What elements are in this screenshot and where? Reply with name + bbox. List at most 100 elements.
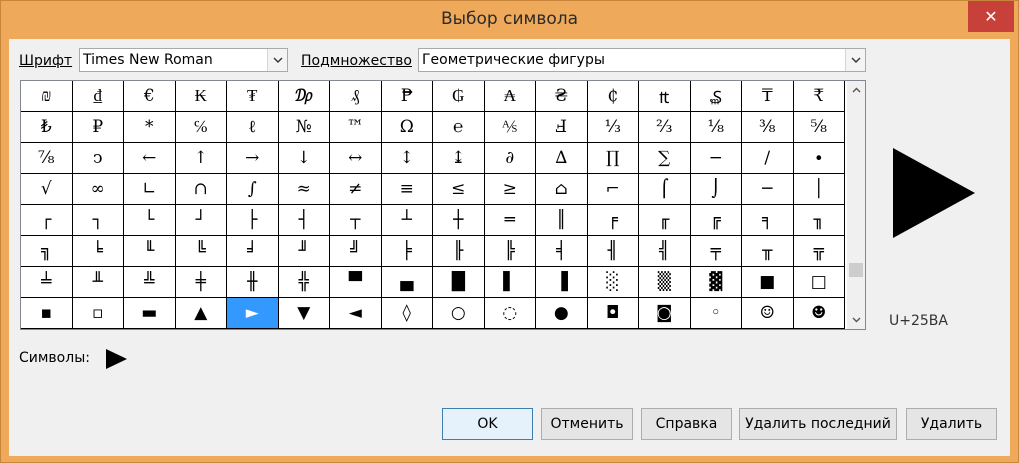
symbol-cell[interactable]: ┼ <box>433 205 485 236</box>
symbol-cell[interactable]: │ <box>793 174 845 205</box>
symbol-cell[interactable]: ↄ <box>72 143 124 174</box>
symbol-cell[interactable]: ℅ <box>175 112 227 143</box>
symbol-cell[interactable]: ╚ <box>175 236 227 267</box>
symbol-cell[interactable]: ∆ <box>536 143 588 174</box>
symbol-cell[interactable]: ⅛ <box>690 112 742 143</box>
scrollbar-thumb[interactable] <box>849 263 863 277</box>
symbol-cell[interactable]: ↑ <box>175 143 227 174</box>
symbol-cell[interactable]: ╙ <box>124 236 176 267</box>
symbol-cell[interactable]: ╠ <box>484 236 536 267</box>
symbol-cell[interactable]: ░ <box>587 267 639 298</box>
symbol-cell[interactable]: ▼ <box>278 298 330 329</box>
symbol-cell[interactable]: ≠ <box>330 174 382 205</box>
symbol-cell[interactable]: ₭ <box>175 81 227 112</box>
symbol-cell[interactable]: ☺ <box>742 298 794 329</box>
symbol-cell[interactable]: ○ <box>433 298 485 329</box>
symbol-cell[interactable]: ▲ <box>175 298 227 329</box>
symbol-cell[interactable]: ◘ <box>587 298 639 329</box>
symbol-cell[interactable]: ∕ <box>742 143 794 174</box>
delete-button[interactable]: Удалить <box>906 408 997 440</box>
symbol-cell[interactable]: ∑ <box>639 143 691 174</box>
symbol-cell[interactable]: ▒ <box>639 267 691 298</box>
symbol-cell[interactable]: ℓ <box>227 112 279 143</box>
symbol-cell[interactable]: ╕ <box>742 205 794 236</box>
symbol-cell[interactable]: ₸ <box>742 81 794 112</box>
symbol-cell[interactable]: ⅔ <box>639 112 691 143</box>
symbol-cell[interactable]: ₲ <box>433 81 485 112</box>
symbol-cell[interactable]: ▀ <box>330 267 382 298</box>
chevron-down-icon[interactable] <box>267 49 287 71</box>
symbol-cell[interactable]: ≥ <box>484 174 536 205</box>
symbol-cell[interactable]: ₪ <box>21 81 73 112</box>
symbol-cell[interactable]: ┐ <box>72 205 124 236</box>
help-button[interactable]: Справка <box>641 408 732 440</box>
symbol-cell[interactable]: → <box>227 143 279 174</box>
symbol-cell[interactable]: ┬ <box>330 205 382 236</box>
symbol-cell[interactable]: ⌡ <box>690 174 742 205</box>
symbol-cell[interactable]: * <box>124 112 176 143</box>
symbol-cell[interactable]: ▄ <box>381 267 433 298</box>
symbol-cell[interactable]: ╪ <box>175 267 227 298</box>
cancel-button[interactable]: Отменить <box>541 408 633 440</box>
ok-button[interactable]: OK <box>442 408 533 440</box>
symbol-cell[interactable]: € <box>124 81 176 112</box>
symbol-cell[interactable]: ↨ <box>433 143 485 174</box>
symbol-cell[interactable]: ⅝ <box>793 112 845 143</box>
symbol-cell[interactable]: Ⅎ <box>536 112 588 143</box>
symbol-cell[interactable]: ₹ <box>793 81 845 112</box>
symbol-cell[interactable]: ₰ <box>330 81 382 112</box>
font-combobox[interactable]: Times New Roman <box>79 48 288 72</box>
symbol-cell[interactable]: ╤ <box>690 236 742 267</box>
symbol-cell[interactable]: ∟ <box>124 174 176 205</box>
symbol-cell[interactable]: ╫ <box>227 267 279 298</box>
symbol-cell[interactable]: ╣ <box>639 236 691 267</box>
symbol-cell[interactable]: − <box>690 143 742 174</box>
symbol-cell[interactable]: ╥ <box>742 236 794 267</box>
symbol-cell[interactable]: ⌠ <box>639 174 691 205</box>
symbol-cell[interactable]: ◊ <box>381 298 433 329</box>
symbol-cell[interactable]: ∞ <box>72 174 124 205</box>
symbol-cell[interactable]: ┘ <box>175 205 227 236</box>
symbol-cell[interactable]: └ <box>124 205 176 236</box>
symbol-cell[interactable]: ⅍ <box>484 112 536 143</box>
symbol-cell[interactable]: ≡ <box>381 174 433 205</box>
symbol-cell[interactable]: ← <box>124 143 176 174</box>
symbol-cell[interactable]: ☻ <box>793 298 845 329</box>
symbol-cell[interactable]: ╛ <box>227 236 279 267</box>
title-bar[interactable]: Выбор символа ✕ <box>1 1 1018 39</box>
symbol-cell[interactable]: ╗ <box>21 236 73 267</box>
symbol-cell[interactable]: ₫ <box>72 81 124 112</box>
symbol-cell[interactable]: ™ <box>330 112 382 143</box>
symbol-cell[interactable]: ┌ <box>21 205 73 236</box>
symbol-cell[interactable]: ▐ <box>536 267 588 298</box>
symbol-cell[interactable]: ⌂ <box>536 174 588 205</box>
symbol-cell[interactable]: ║ <box>536 205 588 236</box>
symbol-cell[interactable]: ⅞ <box>21 143 73 174</box>
symbol-cell[interactable]: ▌ <box>484 267 536 298</box>
symbol-cell[interactable]: ≤ <box>433 174 485 205</box>
symbol-cell[interactable]: ╝ <box>330 236 382 267</box>
subset-combobox[interactable]: Геометрические фигуры <box>418 48 866 72</box>
symbol-cell[interactable]: ├ <box>227 205 279 236</box>
scroll-down-icon[interactable] <box>847 311 865 329</box>
symbol-cell[interactable]: ⅓ <box>587 112 639 143</box>
symbol-cell[interactable]: ▫ <box>72 298 124 329</box>
symbol-cell[interactable]: ₱ <box>381 81 433 112</box>
symbol-cell[interactable]: ▪ <box>21 298 73 329</box>
symbol-cell[interactable]: ₮ <box>227 81 279 112</box>
symbol-cell[interactable]: Ω <box>381 112 433 143</box>
symbol-cell[interactable]: ∫ <box>227 174 279 205</box>
symbol-cell[interactable]: ╨ <box>72 267 124 298</box>
symbol-cell[interactable]: ◌ <box>484 298 536 329</box>
symbol-cell[interactable]: ■ <box>742 267 794 298</box>
grid-scrollbar[interactable] <box>847 81 865 329</box>
symbol-cell[interactable]: ╖ <box>793 205 845 236</box>
symbol-cell[interactable]: ═ <box>484 205 536 236</box>
symbol-cell[interactable]: ∏ <box>587 143 639 174</box>
symbol-cell[interactable]: ╓ <box>639 205 691 236</box>
symbol-cell[interactable]: ∩ <box>175 174 227 205</box>
scroll-up-icon[interactable] <box>847 81 865 99</box>
symbol-cell[interactable]: ╦ <box>793 236 845 267</box>
symbol-cell[interactable]: ℮ <box>433 112 485 143</box>
symbol-cell[interactable]: ₽ <box>72 112 124 143</box>
